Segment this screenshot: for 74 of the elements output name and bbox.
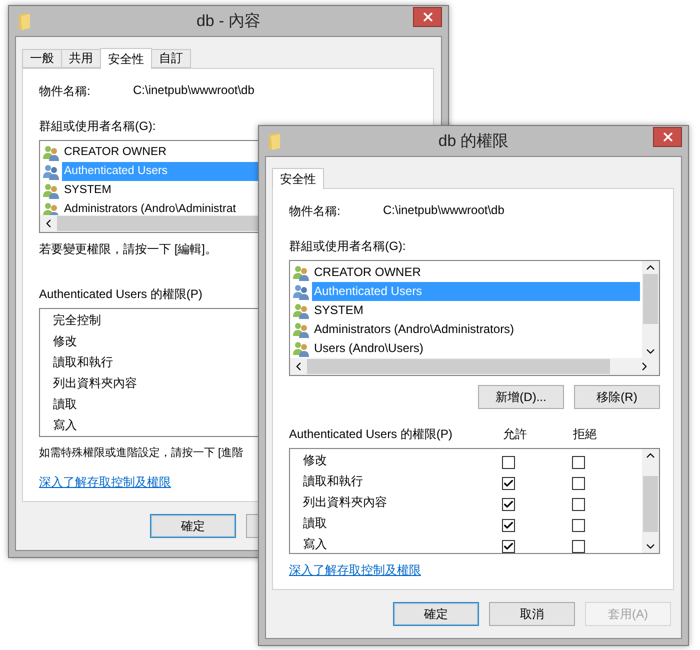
user-group-icon xyxy=(43,182,60,198)
window-title: db - 內容 xyxy=(196,12,260,32)
object-name-label: 物件名稱: xyxy=(39,83,92,100)
deny-checkbox[interactable] xyxy=(572,540,585,553)
vertical-scrollbar[interactable] xyxy=(642,261,659,358)
deny-checkbox[interactable] xyxy=(572,477,585,490)
permission-name: 修改 xyxy=(53,333,78,350)
user-group-icon xyxy=(293,302,310,318)
list-item[interactable]: Administrators (Andro\Administrators) xyxy=(312,320,516,339)
list-button[interactable]: 移除(R) xyxy=(574,385,660,410)
list-item[interactable]: Users (Andro\Users) xyxy=(312,339,426,358)
edit-hint: 若要變更權限，請按一下 [編輯]。 xyxy=(39,241,218,258)
object-path: C:\inetpub\wwwroot\db xyxy=(133,83,254,97)
permission-name: 讀取 xyxy=(53,396,78,413)
user-group-icon xyxy=(293,264,310,280)
folder-icon xyxy=(18,12,31,30)
permissions-label: Authenticated Users 的權限(P) xyxy=(289,426,454,444)
allow-header: 允許 xyxy=(503,426,528,444)
close-icon xyxy=(660,130,674,144)
close-icon xyxy=(420,10,434,24)
permission-name: 列出資料夾內容 xyxy=(53,375,138,392)
allow-checkbox[interactable] xyxy=(502,540,515,553)
horizontal-scrollbar[interactable] xyxy=(290,358,659,376)
user-group-icon xyxy=(293,322,310,338)
list-item[interactable]: Administrators (Andro\Administrat xyxy=(62,200,238,215)
permission-name: 寫入 xyxy=(53,417,78,434)
permission-name: 修改 xyxy=(303,452,328,470)
help-link[interactable]: 深入了解存取控制及權限 xyxy=(39,474,171,491)
vertical-scrollbar[interactable] xyxy=(642,449,659,553)
folder-icon xyxy=(268,132,281,150)
tab[interactable]: 安全性 xyxy=(100,48,152,69)
list-item[interactable]: CREATOR OWNER xyxy=(312,263,423,282)
tab[interactable]: 共用 xyxy=(61,49,101,68)
window-title: db 的權限 xyxy=(438,132,509,152)
deny-checkbox[interactable] xyxy=(572,498,585,512)
permission-name: 讀取和執行 xyxy=(53,354,114,371)
permission-name: 列出資料夾內容 xyxy=(303,494,388,512)
deny-checkbox[interactable] xyxy=(572,519,585,532)
permissions-label: Authenticated Users 的權限(P) xyxy=(39,286,202,303)
permission-name: 讀取和執行 xyxy=(303,473,364,490)
scroll-thumb[interactable] xyxy=(643,476,658,532)
object-name-label: 物件名稱: xyxy=(289,203,342,220)
user-group-icon xyxy=(43,164,60,180)
deny-header: 拒絕 xyxy=(573,426,598,444)
tab[interactable]: 安全性 xyxy=(272,168,324,189)
groups-label: 群組或使用者名稱(G): xyxy=(289,238,406,255)
tab[interactable]: 自訂 xyxy=(151,49,191,68)
dialog-button[interactable]: 確定 xyxy=(150,514,236,538)
close-button[interactable] xyxy=(653,127,682,147)
scroll-thumb[interactable] xyxy=(643,274,658,324)
dialog-button[interactable]: 確定 xyxy=(393,602,479,626)
user-group-icon xyxy=(293,340,310,356)
dialog-button[interactable]: 取消 xyxy=(489,602,575,626)
list-item[interactable]: SYSTEM xyxy=(312,301,366,320)
permission-name: 讀取 xyxy=(303,515,328,532)
advanced-hint: 如需特殊權限或進階設定，請按一下 [進階 xyxy=(39,446,244,460)
permission-name: 寫入 xyxy=(303,536,328,553)
deny-checkbox[interactable] xyxy=(572,456,585,470)
tab[interactable]: 一般 xyxy=(22,49,62,68)
list-item[interactable]: CREATOR OWNER xyxy=(62,143,168,162)
list-item[interactable]: SYSTEM xyxy=(62,181,114,200)
list-button[interactable]: 新增(D)... xyxy=(478,385,564,410)
user-group-icon xyxy=(43,144,60,160)
allow-checkbox[interactable] xyxy=(502,498,515,512)
group-list[interactable]: CREATOR OWNER Authenticated Users SYSTEM Administrators (Andro\Administrators) Users (Andro\Users) xyxy=(289,260,660,376)
allow-checkbox[interactable] xyxy=(502,477,515,490)
allow-checkbox[interactable] xyxy=(502,456,515,470)
allow-checkbox[interactable] xyxy=(502,519,515,532)
user-group-icon xyxy=(293,284,310,300)
groups-label: 群組或使用者名稱(G): xyxy=(39,118,156,135)
scroll-thumb[interactable] xyxy=(307,359,610,374)
permission-name: 完全控制 xyxy=(53,312,102,329)
help-link[interactable]: 深入了解存取控制及權限 xyxy=(289,562,421,579)
close-button[interactable] xyxy=(413,7,442,27)
